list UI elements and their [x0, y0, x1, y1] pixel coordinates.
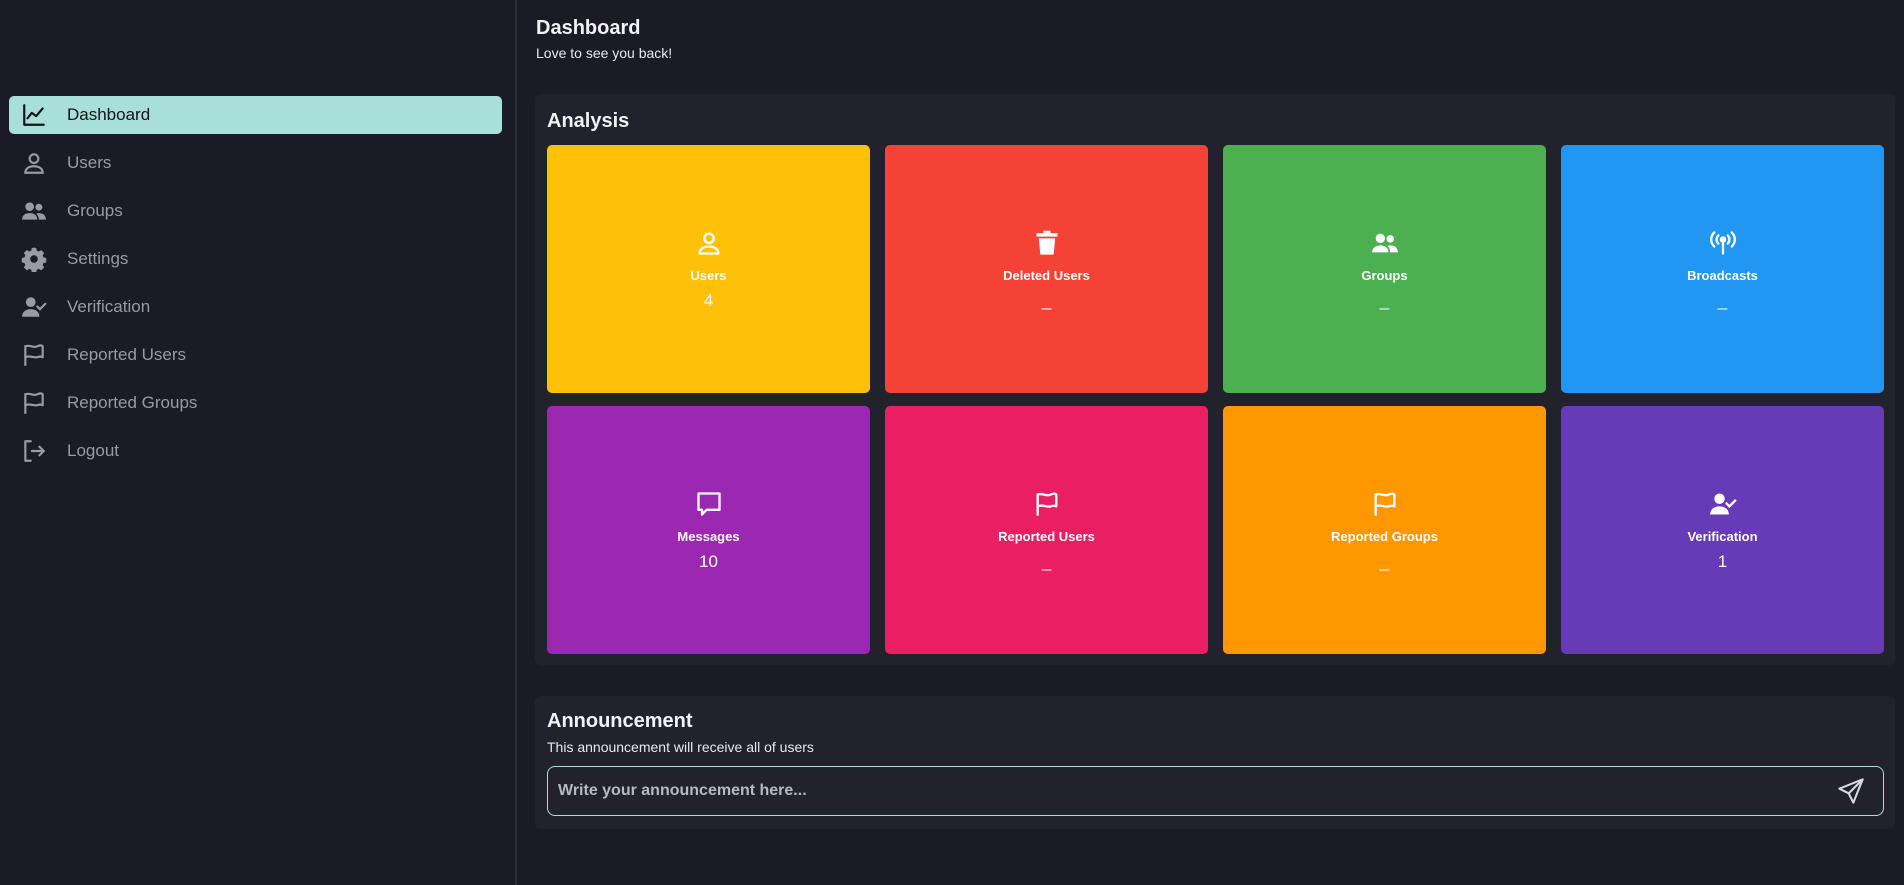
- sidebar-item-reported-users[interactable]: Reported Users: [9, 336, 502, 374]
- send-button[interactable]: [1831, 771, 1871, 811]
- card-value: 1: [1717, 551, 1728, 571]
- sidebar-item-label: Reported Groups: [67, 393, 198, 412]
- card-deleted-users[interactable]: Deleted Users _: [885, 145, 1208, 393]
- user-check-icon: [21, 294, 47, 320]
- card-label: Groups: [1361, 267, 1408, 283]
- chart-line-icon: [21, 102, 47, 128]
- users-icon: [1370, 228, 1400, 258]
- announcement-subtitle: This announcement will receive all of us…: [547, 739, 814, 755]
- card-label: Verification: [1687, 528, 1758, 544]
- card-value: _: [1379, 290, 1390, 310]
- sidebar-item-label: Reported Users: [67, 345, 187, 364]
- card-value: 4: [703, 290, 714, 310]
- message-icon: [694, 489, 724, 519]
- announcement-input-wrapper: [547, 766, 1884, 816]
- card-label: Users: [690, 267, 727, 283]
- announcement-panel: Announcement This announcement will rece…: [535, 696, 1895, 829]
- send-icon: [1838, 778, 1864, 804]
- flag-icon: [21, 342, 47, 368]
- flag-icon: [21, 390, 47, 416]
- card-verification[interactable]: Verification 1: [1561, 406, 1884, 654]
- card-value: _: [1379, 551, 1390, 571]
- card-reported-groups[interactable]: Reported Groups _: [1223, 406, 1546, 654]
- sidebar-item-logout[interactable]: Logout: [9, 432, 502, 470]
- announcement-title: Announcement: [547, 710, 693, 732]
- sidebar-nav: Dashboard Users Groups Settings Verifica…: [9, 96, 502, 480]
- card-value: _: [1041, 290, 1052, 310]
- sidebar-item-label: Groups: [67, 201, 123, 220]
- card-label: Messages: [677, 528, 740, 544]
- flag-icon: [1370, 489, 1400, 519]
- users-icon: [21, 198, 47, 224]
- analysis-panel: Analysis Users 4 Deleted Users _ Groups …: [535, 94, 1895, 665]
- analysis-title: Analysis: [547, 110, 630, 132]
- sidebar-item-label: Logout: [67, 441, 119, 460]
- sidebar-item-reported-groups[interactable]: Reported Groups: [9, 384, 502, 422]
- sidebar-item-label: Verification: [67, 297, 151, 316]
- logout-icon: [21, 438, 47, 464]
- user-icon: [694, 228, 724, 258]
- card-label: Broadcasts: [1687, 267, 1758, 283]
- card-label: Deleted Users: [1003, 267, 1090, 283]
- card-value: 10: [699, 551, 718, 571]
- card-value: _: [1717, 290, 1728, 310]
- card-value: _: [1041, 551, 1052, 571]
- main-content: Dashboard Love to see you back! Analysis…: [519, 0, 1904, 885]
- gear-icon: [21, 246, 47, 272]
- card-label: Reported Groups: [1331, 528, 1438, 544]
- sidebar-item-verification[interactable]: Verification: [9, 288, 502, 326]
- card-messages[interactable]: Messages 10: [547, 406, 870, 654]
- sidebar-item-settings[interactable]: Settings: [9, 240, 502, 278]
- sidebar-item-dashboard[interactable]: Dashboard: [9, 96, 502, 134]
- sidebar: Dashboard Users Groups Settings Verifica…: [0, 0, 517, 885]
- sidebar-item-users[interactable]: Users: [9, 144, 502, 182]
- broadcast-icon: [1708, 228, 1738, 258]
- sidebar-item-label: Dashboard: [67, 105, 151, 124]
- flag-icon: [1032, 489, 1062, 519]
- user-icon: [21, 150, 47, 176]
- trash-icon: [1032, 228, 1062, 258]
- sidebar-item-groups[interactable]: Groups: [9, 192, 502, 230]
- card-broadcasts[interactable]: Broadcasts _: [1561, 145, 1884, 393]
- page-title: Dashboard: [536, 17, 641, 39]
- card-users[interactable]: Users 4: [547, 145, 870, 393]
- sidebar-item-label: Settings: [67, 249, 129, 268]
- user-check-icon: [1708, 489, 1738, 519]
- card-groups[interactable]: Groups _: [1223, 145, 1546, 393]
- card-reported-users[interactable]: Reported Users _: [885, 406, 1208, 654]
- announcement-input[interactable]: [548, 767, 1831, 815]
- sidebar-item-label: Users: [67, 153, 112, 172]
- page-subtitle: Love to see you back!: [536, 45, 673, 61]
- card-label: Reported Users: [998, 528, 1095, 544]
